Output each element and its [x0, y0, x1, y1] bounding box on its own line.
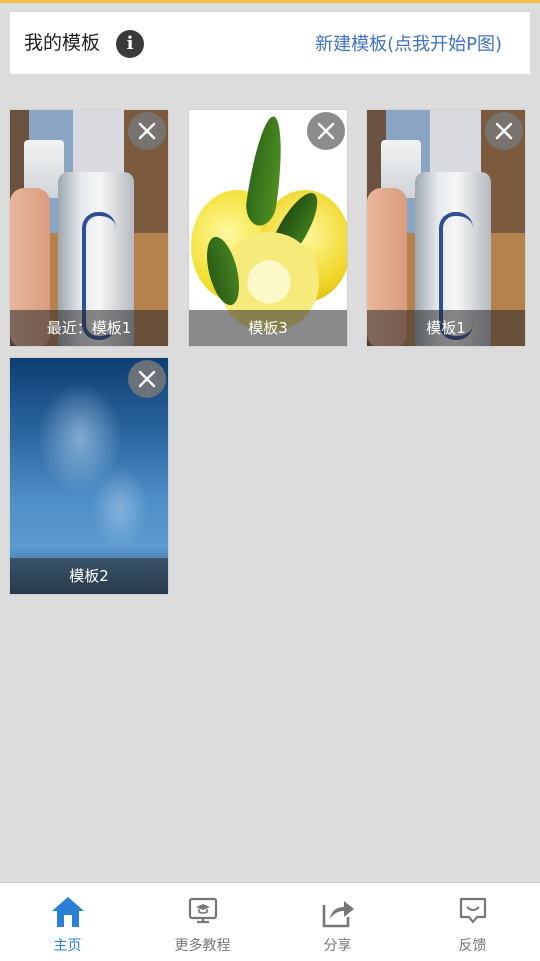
template-caption: 最近：模板1 [10, 310, 168, 346]
bottom-navigation: 主页 更多教程 分享 反馈 [0, 882, 540, 961]
template-card[interactable]: 最近：模板1 [10, 110, 168, 346]
tutorial-icon [187, 895, 219, 931]
nav-label: 主页 [53, 938, 82, 954]
template-caption: 模板2 [10, 558, 168, 594]
nav-label: 反馈 [458, 938, 487, 954]
nav-item-feedback[interactable]: 反馈 [405, 883, 540, 961]
template-card[interactable]: 模板2 [10, 358, 168, 594]
nav-label: 分享 [323, 938, 352, 954]
template-caption: 模板1 [367, 310, 525, 346]
home-icon [50, 895, 86, 933]
close-icon[interactable] [307, 112, 345, 150]
nav-item-tutorials[interactable]: 更多教程 [135, 883, 270, 961]
feedback-icon [457, 895, 489, 931]
templates-header: 我的模板 i 新建模板(点我开始P图) [10, 12, 530, 74]
template-card[interactable]: 模板1 [367, 110, 525, 346]
share-icon [320, 895, 356, 933]
template-caption: 模板3 [189, 310, 347, 346]
nav-label: 更多教程 [174, 938, 231, 954]
close-icon[interactable] [485, 112, 523, 150]
info-icon[interactable]: i [116, 30, 144, 58]
page-title: 我的模板 [24, 32, 101, 54]
top-accent-line [0, 0, 540, 3]
nav-item-home[interactable]: 主页 [0, 883, 135, 961]
template-card[interactable]: 模板3 [189, 110, 347, 346]
close-icon[interactable] [128, 112, 166, 150]
close-icon[interactable] [128, 360, 166, 398]
nav-item-share[interactable]: 分享 [270, 883, 405, 961]
new-template-link[interactable]: 新建模板(点我开始P图) [315, 30, 502, 56]
